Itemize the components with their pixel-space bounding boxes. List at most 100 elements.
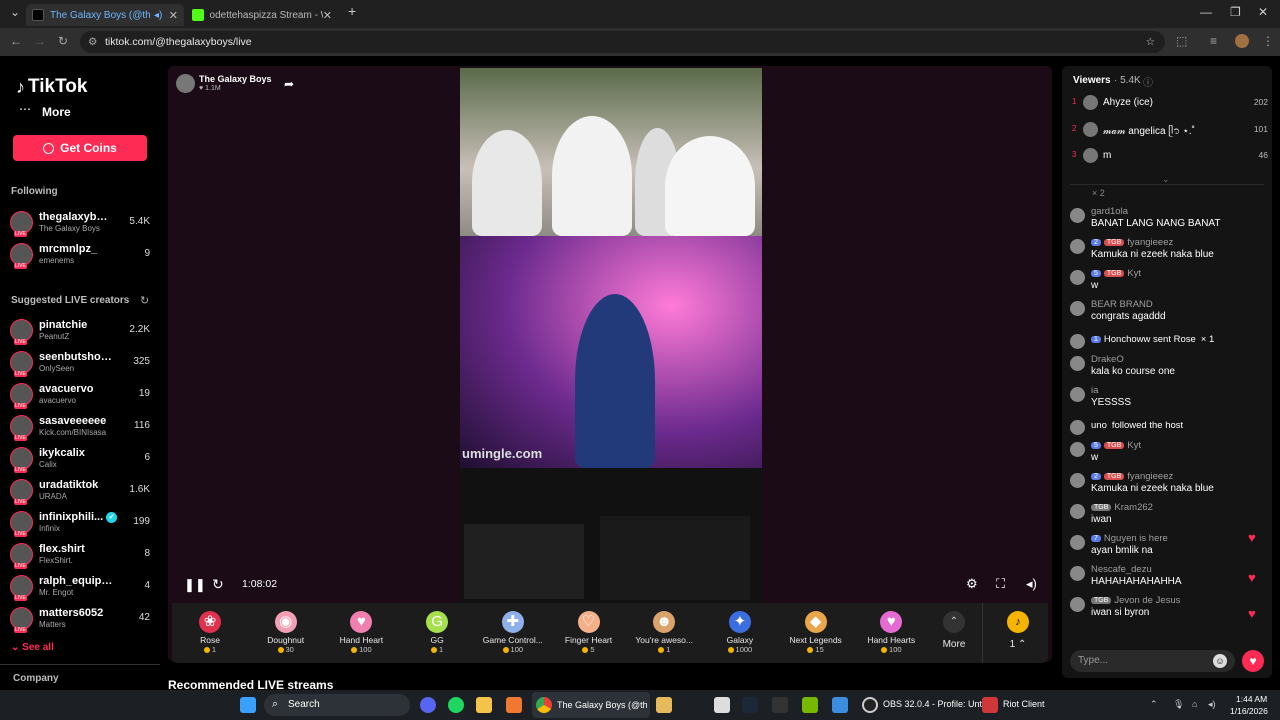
bookmark-star-icon[interactable]: ☆: [1146, 31, 1155, 53]
more-label[interactable]: More: [42, 105, 71, 119]
back-icon[interactable]: ←: [10, 34, 22, 48]
gift-item[interactable]: G GG 1: [399, 607, 475, 661]
chat-text: w: [1091, 452, 1099, 463]
app-icon[interactable]: [772, 697, 788, 713]
mic-icon[interactable]: 🎙: [1173, 699, 1184, 710]
gift-item[interactable]: ♥ Hand Heart 100: [323, 607, 399, 661]
like-heart-button[interactable]: ♥: [1242, 650, 1264, 672]
url-field[interactable]: ⚙ tiktok.com/@thegalaxyboys/live ☆: [80, 31, 1165, 53]
audio-icon[interactable]: ◂): [154, 10, 162, 21]
gift-name: GG: [430, 635, 444, 645]
chat-input[interactable]: Type...: [1070, 650, 1235, 672]
media-icon[interactable]: ≡: [1210, 34, 1217, 48]
settings-icon[interactable]: ⚙: [966, 576, 978, 592]
close-tab-icon[interactable]: ✕: [169, 9, 178, 22]
emoji-icon[interactable]: ☺: [1213, 654, 1227, 668]
obs-label[interactable]: OBS 32.0.4 - Profile: Unt: [883, 699, 982, 709]
tiktok-logo[interactable]: ♪ TikTok: [16, 76, 87, 98]
tab-list-icon[interactable]: ⌄: [10, 5, 20, 19]
gift-item[interactable]: ♡ Finger Heart 5: [551, 607, 627, 661]
new-tab-icon[interactable]: +: [348, 3, 356, 19]
gift-item[interactable]: ◆ Next Legends 15: [778, 607, 854, 661]
top-viewer-row[interactable]: 2 𝓂𝒶𝓂 angelica ᥫ᭡ ⋆.˚ 101: [1070, 121, 1270, 141]
username-text: DrakeO: [1091, 354, 1124, 365]
taskbar-chrome[interactable]: The Galaxy Boys (@theg: [532, 692, 650, 718]
fullscreen-icon[interactable]: ⛶: [996, 576, 1005, 592]
top-viewer-row[interactable]: 3 m 46: [1070, 147, 1270, 167]
clock-time[interactable]: 1:44 AM: [1236, 694, 1267, 704]
gift-item[interactable]: ✦ Galaxy 1000: [702, 607, 778, 661]
host-avatar[interactable]: [176, 74, 195, 93]
gift-icon: ◉: [274, 611, 297, 633]
info-icon[interactable]: ⓘ: [1143, 74, 1153, 89]
channel-item[interactable]: seenbutshortsOnlySeen 325: [10, 349, 150, 377]
channel-item[interactable]: uradatiktokURADA 1.6K: [10, 477, 150, 505]
top-viewer-row[interactable]: 1 Ahyze (ice) 202: [1070, 94, 1270, 114]
taskbar-search[interactable]: ⌕ Search: [264, 694, 410, 716]
more-dots-icon[interactable]: ⋯: [19, 102, 31, 116]
channel-item[interactable]: mrcmnlpz_emenems 9: [10, 241, 150, 269]
minimize-icon[interactable]: —: [1200, 5, 1212, 19]
channel-item[interactable]: ikykcalixCalix 6: [10, 445, 150, 473]
channel-item[interactable]: ralph_equipa...Mr. Engot 4: [10, 573, 150, 601]
channel-item[interactable]: sasaveeeeeeKick.com/BINIsasa 116: [10, 413, 150, 441]
volume-icon[interactable]: ◂): [1026, 576, 1037, 592]
steam-icon[interactable]: [742, 697, 758, 713]
gift-item[interactable]: ✚ Game Control... 100: [475, 607, 551, 661]
live-video[interactable]: umingle.com: [460, 68, 762, 603]
volume-tray-icon[interactable]: ◂): [1208, 699, 1216, 710]
channel-item[interactable]: pinatchiePeanutZ 2.2K: [10, 317, 150, 345]
channel-item[interactable]: thegalaxyboysThe Galaxy Boys 5.4K: [10, 209, 150, 237]
app-icon[interactable]: [832, 697, 848, 713]
reload-icon[interactable]: ↻: [58, 34, 68, 48]
nvidia-icon[interactable]: [802, 697, 818, 713]
channel-item[interactable]: matters6052Matters 42: [10, 605, 150, 633]
channel-item[interactable]: flex.shirtFlexShirt. 8: [10, 541, 150, 569]
channel-name: pinatchie: [39, 319, 88, 331]
profile-avatar[interactable]: [1235, 34, 1249, 48]
gift-item[interactable]: ❀ Rose 1: [172, 607, 248, 661]
channel-item[interactable]: avacuervoavacuervo 19: [10, 381, 150, 409]
company-link[interactable]: Company: [13, 673, 59, 684]
obs-icon[interactable]: [862, 697, 878, 713]
replay-icon[interactable]: ↻: [212, 576, 224, 593]
host-name[interactable]: The Galaxy Boys: [199, 74, 272, 84]
gift-item[interactable]: ◉ Doughnut 30: [248, 607, 324, 661]
riot-client-icon[interactable]: [982, 697, 998, 713]
close-window-icon[interactable]: ✕: [1258, 5, 1268, 19]
refresh-icon[interactable]: ↻: [140, 294, 149, 307]
file-explorer-icon[interactable]: [476, 697, 492, 713]
tray-chevron-icon[interactable]: ⌃: [1150, 699, 1158, 710]
spotify-icon[interactable]: [448, 697, 464, 713]
discord-icon[interactable]: [420, 697, 436, 713]
notepad-icon[interactable]: [714, 697, 730, 713]
tab-galaxy-boys[interactable]: The Galaxy Boys (@thegalaxyboys) ◂) ✕: [26, 4, 184, 26]
close-tab-icon[interactable]: ✕: [323, 9, 332, 22]
pause-icon[interactable]: ❚❚: [184, 577, 206, 593]
viewer-count: 6: [144, 452, 150, 463]
chat-avatar: [1070, 566, 1085, 581]
channel-item[interactable]: infinixphili...Infinix 199 ✔: [10, 509, 150, 537]
riot-label[interactable]: Riot Client: [1003, 699, 1045, 709]
tab-odettehaspizza[interactable]: odettehaspizza Stream - Watch ✕: [186, 4, 338, 26]
extensions-icon[interactable]: ⬚: [1176, 34, 1187, 48]
username-text: Nguyen is here: [1103, 533, 1168, 544]
maximize-icon[interactable]: ❐: [1230, 5, 1241, 19]
menu-icon[interactable]: ⋮: [1262, 34, 1274, 48]
chat-avatar: [1070, 442, 1085, 457]
site-info-icon[interactable]: ⚙: [88, 31, 97, 53]
windows-start-icon[interactable]: [240, 697, 256, 713]
see-all-link[interactable]: ⌄ See all: [11, 642, 54, 653]
share-icon[interactable]: ➦: [284, 77, 294, 91]
gift-item[interactable]: ☻ You're aweso... 1: [626, 607, 702, 661]
app-icon[interactable]: [656, 697, 672, 713]
forward-icon[interactable]: →: [34, 34, 46, 48]
gift-icon: ✦: [728, 611, 751, 633]
coin-balance-button[interactable]: ♪ 1 ⌃: [980, 607, 1056, 661]
chat-avatar: [1070, 473, 1085, 488]
get-coins-button[interactable]: Get Coins: [13, 135, 147, 161]
app-icon[interactable]: [506, 697, 522, 713]
chevron-up-icon: ⌃: [943, 611, 965, 633]
clock-date[interactable]: 1/16/2026: [1230, 706, 1268, 716]
network-icon[interactable]: ⌂: [1192, 699, 1197, 709]
